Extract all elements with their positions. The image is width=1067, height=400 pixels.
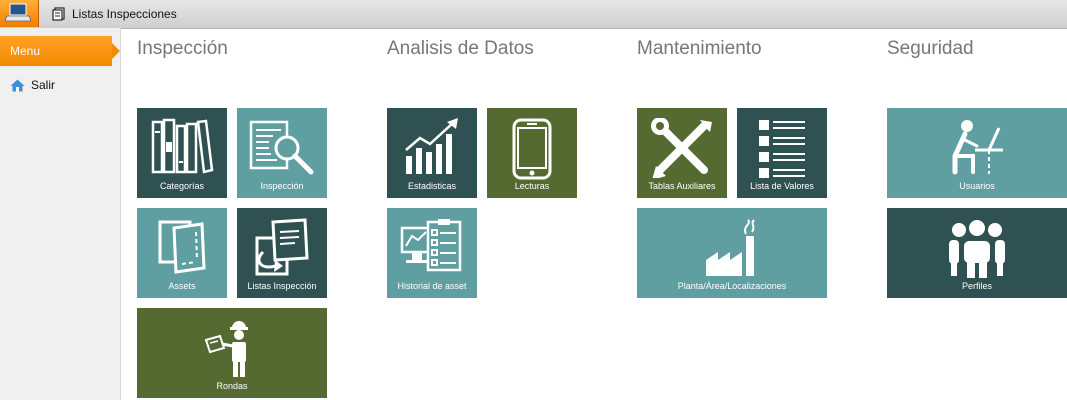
tile-label: Lecturas [514, 181, 550, 191]
tile-assets[interactable]: Assets [137, 208, 227, 298]
users-group-icon [949, 218, 1005, 278]
tile-historial-asset[interactable]: Historial de asset [387, 208, 477, 298]
books-icon [151, 118, 214, 174]
bar-chart-icon [405, 118, 458, 174]
laptop-icon [4, 3, 32, 22]
sidebar-item-menu[interactable]: Menu [0, 36, 120, 66]
home-icon [10, 79, 25, 91]
factory-icon [706, 219, 755, 276]
tools-icon [651, 118, 712, 178]
sidebar: Menu Salir [0, 28, 121, 400]
tile-label: Estadisticas [407, 181, 457, 191]
user-at-desk-icon [952, 120, 1003, 175]
tile-label: Assets [168, 281, 196, 291]
app-menu-button[interactable] [0, 0, 39, 27]
tile-lecturas[interactable]: Lecturas [487, 108, 577, 198]
smartphone-icon [512, 118, 552, 180]
tile-inspeccion[interactable]: Inspección [237, 108, 327, 198]
tile-label: Historial de asset [397, 281, 467, 291]
document-search-icon [249, 120, 314, 175]
section-title-inspeccion: Inspección [137, 38, 228, 59]
section-title-analisis: Analisis de Datos [387, 38, 534, 59]
title-bar: Listas Inspecciones [0, 0, 1067, 29]
tile-label: Categorías [159, 181, 205, 191]
tile-tablas-auxiliares[interactable]: Tablas Auxiliares [637, 108, 727, 198]
tile-label: Inspección [260, 181, 304, 191]
monitor-checklist-icon [400, 219, 462, 272]
tile-label: Planta/Área/Localizaciones [677, 281, 787, 291]
tile-label: Tablas Auxiliares [648, 181, 716, 191]
tile-rondas[interactable]: Rondas [137, 308, 327, 398]
tile-label: Perfiles [961, 281, 992, 291]
section-title-mantenimiento: Mantenimiento [637, 38, 762, 59]
sidebar-item-salir[interactable]: Salir [10, 78, 55, 92]
tile-estadisticas[interactable]: Estadisticas [387, 108, 477, 198]
tile-planta-area-localizaciones[interactable]: Planta/Área/Localizaciones [637, 208, 827, 298]
pages-icon [158, 220, 206, 274]
document-tab[interactable]: Listas Inspecciones [52, 5, 177, 23]
document-icon [52, 7, 65, 21]
tile-usuarios[interactable]: Usuarios [887, 108, 1067, 198]
tile-label: Listas Inspección [247, 281, 317, 291]
salir-label: Salir [31, 78, 56, 92]
list-icon [759, 120, 805, 178]
document-arrow-icon [255, 218, 309, 276]
worker-clipboard-icon [204, 321, 248, 377]
section-title-seguridad: Seguridad [887, 38, 974, 59]
tile-lista-de-valores[interactable]: Lista de Valores [737, 108, 827, 198]
tab-title: Listas Inspecciones [72, 7, 177, 21]
tile-label: Usuarios [959, 181, 995, 191]
tile-perfiles[interactable]: Perfiles [887, 208, 1067, 298]
tile-categorias[interactable]: Categorías [137, 108, 227, 198]
tile-label: Rondas [216, 381, 248, 391]
tile-listas-inspeccion[interactable]: Listas Inspección [237, 208, 327, 298]
tile-label: Lista de Valores [750, 181, 814, 191]
